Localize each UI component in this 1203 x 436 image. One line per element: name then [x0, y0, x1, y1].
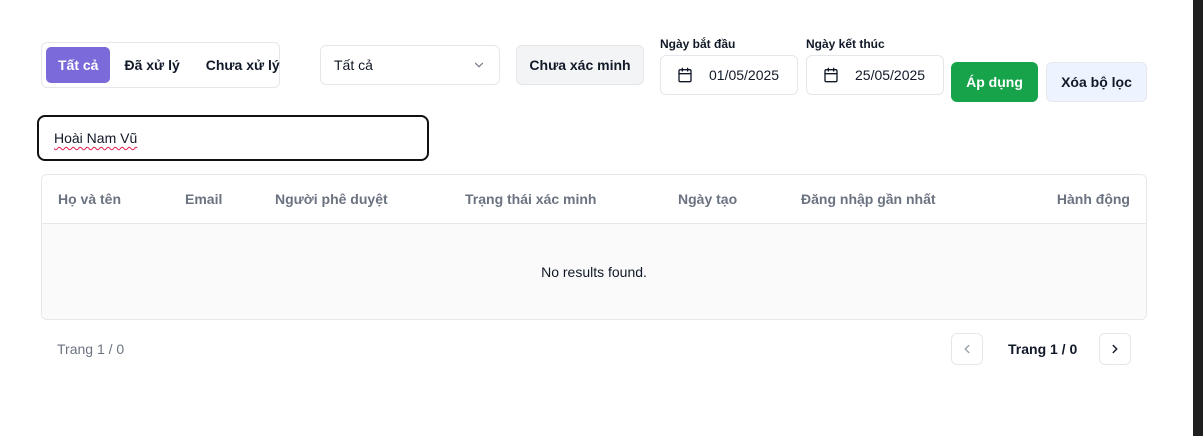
clear-filters-button[interactable]: Xóa bộ lọc: [1046, 62, 1147, 102]
tab-processed[interactable]: Đã xử lý: [112, 47, 191, 83]
table-empty-state: No results found.: [42, 224, 1146, 319]
status-tabs: Tất cả Đã xử lý Chưa xử lý: [41, 42, 280, 88]
previous-page-button[interactable]: [951, 333, 983, 365]
column-header-approver: Người phê duyệt: [275, 191, 388, 207]
end-date-value: 25/05/2025: [855, 67, 926, 83]
column-header-name: Họ và tên: [58, 191, 122, 207]
table-header: Họ và tên Email Người phê duyệt Trạng th…: [42, 175, 1146, 224]
users-table: Họ và tên Email Người phê duyệt Trạng th…: [41, 174, 1147, 320]
start-date-value: 01/05/2025: [709, 67, 780, 83]
start-date-group: Ngày bắt đầu 01/05/2025: [660, 36, 798, 95]
calendar-icon: [824, 67, 838, 83]
status-select-value: Tất cả: [334, 57, 373, 73]
tab-all[interactable]: Tất cả: [46, 47, 111, 83]
column-header-email: Email: [185, 191, 223, 207]
start-date-input[interactable]: 01/05/2025: [660, 55, 798, 95]
empty-message: No results found.: [541, 264, 647, 280]
chevron-down-icon: [474, 62, 484, 68]
page-summary: Trang 1 / 0: [57, 341, 125, 357]
start-date-label: Ngày bắt đầu: [660, 37, 736, 51]
search-input-value: Hoài Nam Vũ: [54, 130, 138, 146]
unverified-button[interactable]: Chưa xác minh: [516, 45, 644, 85]
tab-unprocessed[interactable]: Chưa xử lý: [194, 47, 292, 83]
current-page-indicator: Trang 1 / 0: [1008, 341, 1078, 357]
column-header-last-login: Đăng nhập gần nhất: [801, 191, 936, 207]
column-header-created-date: Ngày tạo: [678, 191, 738, 207]
chevron-right-icon: [1112, 344, 1118, 354]
apply-button[interactable]: Áp dụng: [951, 62, 1038, 102]
end-date-label: Ngày kết thúc: [806, 37, 885, 51]
search-input[interactable]: Hoài Nam Vũ: [37, 115, 429, 161]
column-header-actions: Hành động: [1056, 191, 1130, 207]
status-select[interactable]: Tất cả: [320, 45, 500, 85]
calendar-icon: [678, 67, 692, 83]
end-date-input[interactable]: 25/05/2025: [806, 55, 944, 95]
end-date-group: Ngày kết thúc 25/05/2025: [806, 36, 944, 95]
next-page-button[interactable]: [1099, 333, 1131, 365]
column-header-verification-status: Trạng thái xác minh: [465, 191, 597, 207]
chevron-left-icon: [964, 344, 970, 354]
window-scrollbar[interactable]: [1193, 0, 1203, 436]
